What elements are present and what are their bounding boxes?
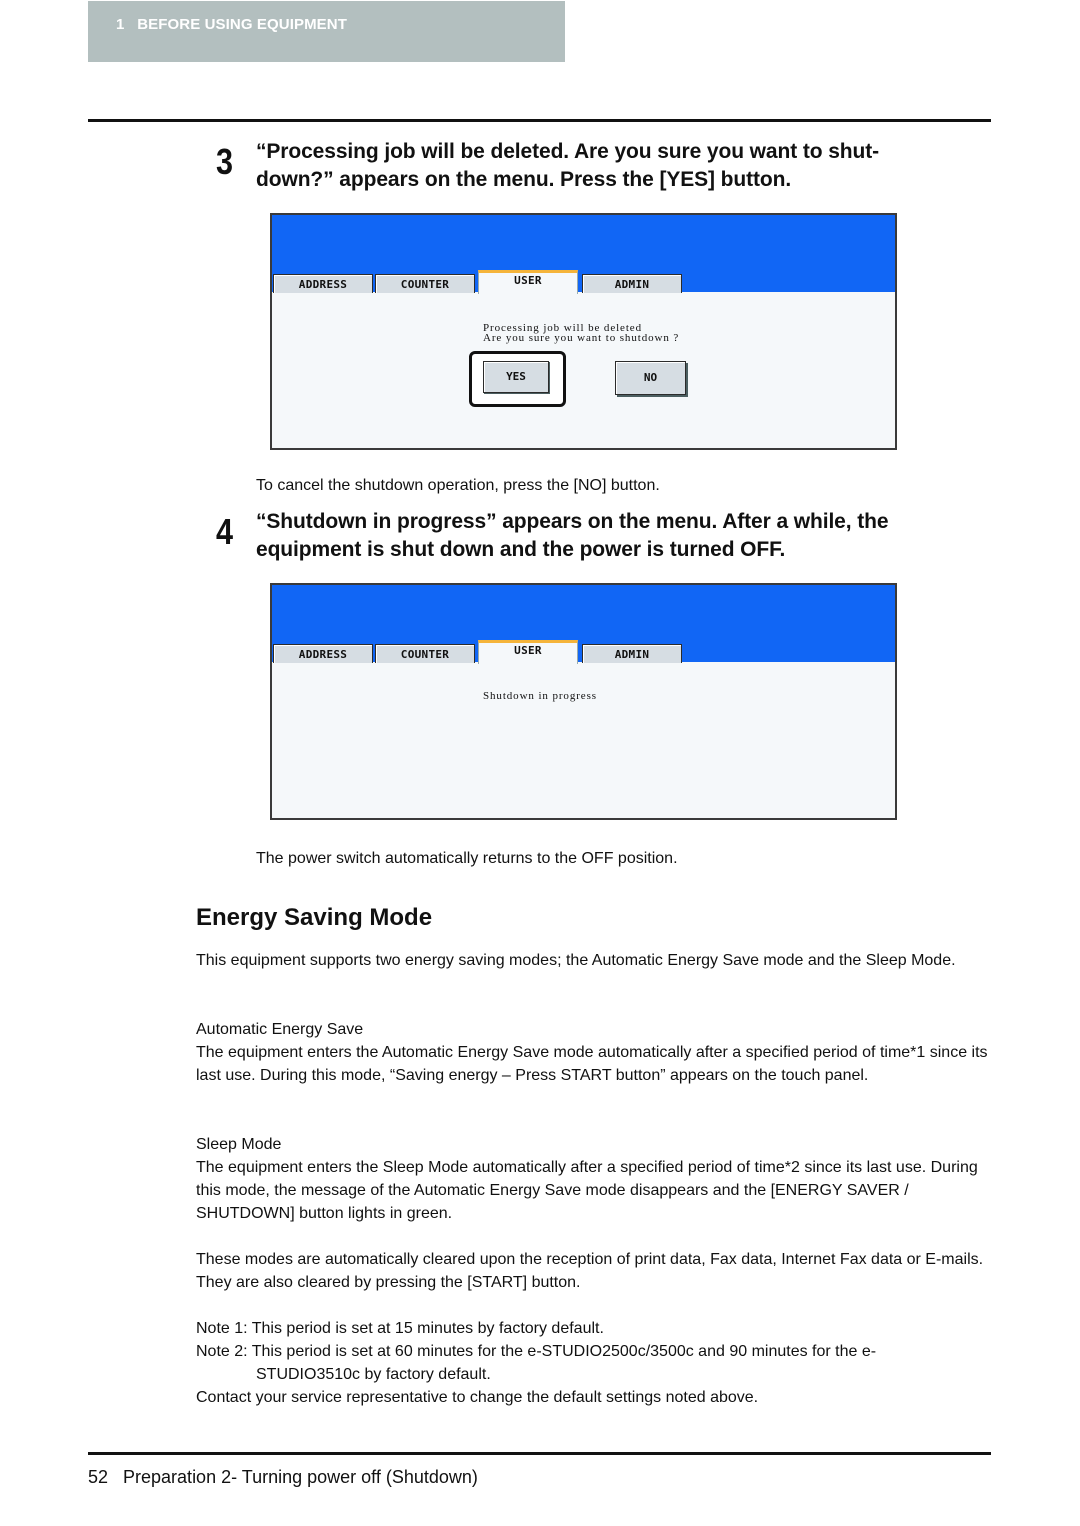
step-instruction-line: down?” appears on the menu. Press the [Y… [256,168,792,191]
tab-admin[interactable]: ADMIN [582,274,682,293]
confirm-message: Processing job will be deleted Are you su… [483,323,680,344]
tab-admin[interactable]: ADMIN [582,644,682,663]
cancel-note: To cancel the shutdown operation, press … [256,477,660,494]
top-divider [88,119,991,122]
power-note: The power switch automatically returns t… [256,850,678,867]
contact-note: Contact your service representative to c… [196,1389,759,1406]
chapter-label: 1 BEFORE USING EQUIPMENT [116,16,347,33]
step-number: 3 [216,141,234,182]
step-instruction-line: equipment is shut down and the power is … [256,538,786,561]
tab-address[interactable]: ADDRESS [273,274,373,293]
step-instruction: “Shutdown in progress” appears on the me… [256,508,996,564]
bottom-divider [88,1452,991,1455]
energy-intro: This equipment supports two energy savin… [196,952,956,969]
panel-tabs: ADDRESS COUNTER USER ADMIN [272,640,895,664]
tab-counter[interactable]: COUNTER [375,274,475,293]
step-instruction-line: “Shutdown in progress” appears on the me… [256,510,889,533]
sleep-mode-title: Sleep Mode [196,1136,282,1153]
panel-tabs: ADDRESS COUNTER USER ADMIN [272,270,895,294]
progress-message: Shutdown in progress [483,690,597,702]
touch-panel-shutdown-progress: ADDRESS COUNTER USER ADMIN Shutdown in p… [270,583,897,820]
note-1: Note 1: This period is set at 15 minutes… [196,1320,604,1337]
yes-button[interactable]: YES [483,361,549,393]
note-2-line: Note 2: This period is set at 60 minutes… [196,1343,877,1360]
step-instruction: “Processing job will be deleted. Are you… [256,138,996,194]
tab-user[interactable]: USER [478,640,578,664]
step-instruction-line: “Processing job will be deleted. Are you… [256,140,880,163]
tab-address[interactable]: ADDRESS [273,644,373,663]
touch-panel-confirm-shutdown: ADDRESS COUNTER USER ADMIN Processing jo… [270,213,897,450]
sleep-mode-body: The equipment enters the Sleep Mode auto… [196,1159,978,1222]
auto-energy-save-title: Automatic Energy Save [196,1021,364,1038]
section-heading: Energy Saving Mode [196,904,433,931]
auto-energy-save-body: The equipment enters the Automatic Energ… [196,1044,988,1084]
note-2-line: STUDIO3510c by factory default. [256,1366,491,1383]
no-button[interactable]: NO [615,361,686,395]
note-2: Note 2: This period is set at 60 minutes… [196,1340,996,1386]
tab-user[interactable]: USER [478,270,578,294]
step-number: 4 [216,511,234,552]
page-footer: 52 Preparation 2- Turning power off (Shu… [88,1467,478,1487]
chapter-tab: 1 BEFORE USING EQUIPMENT [88,1,565,62]
tab-counter[interactable]: COUNTER [375,644,475,663]
confirm-message-line: Are you sure you want to shutdown ? [483,332,680,344]
modes-cleared-body: These modes are automatically cleared up… [196,1251,984,1291]
